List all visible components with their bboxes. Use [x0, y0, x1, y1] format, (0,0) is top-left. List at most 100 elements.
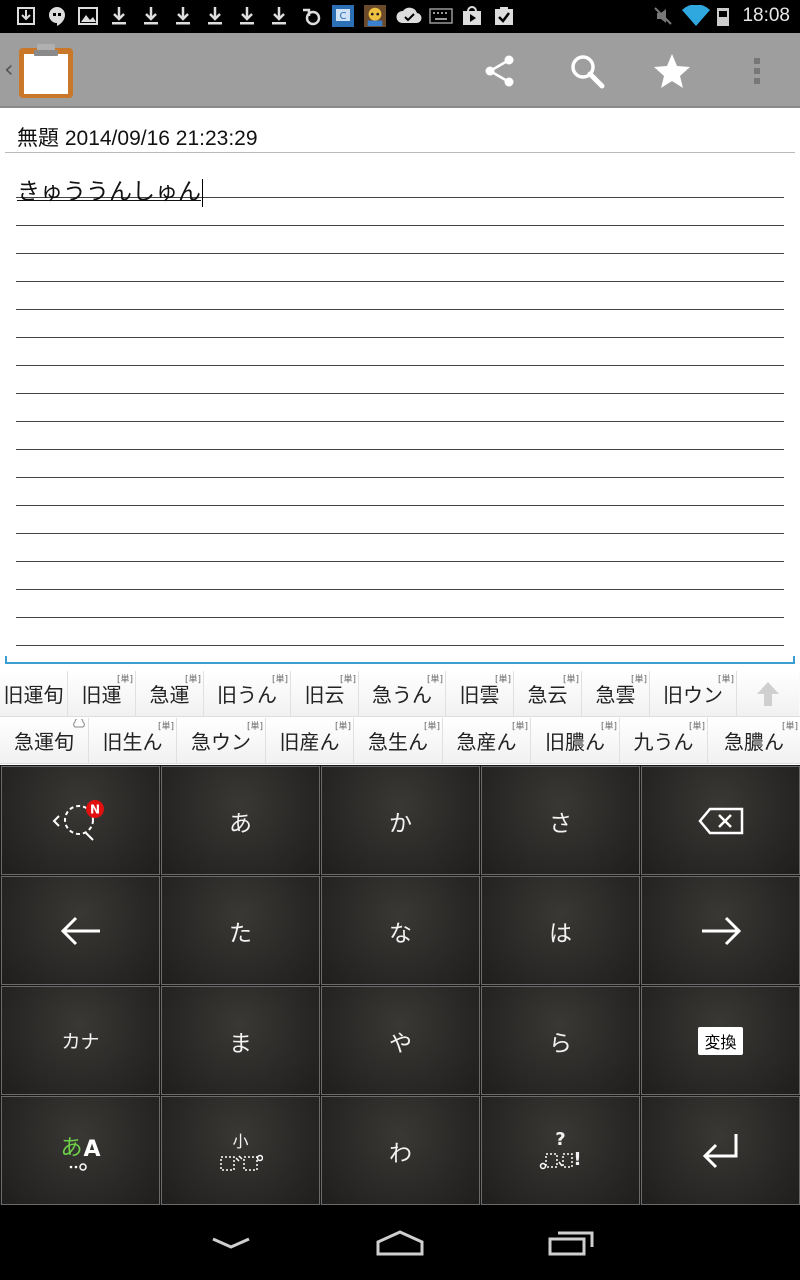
candidate-item[interactable]: 旧産ん [単] [266, 718, 354, 763]
cursor-left-key[interactable] [1, 876, 160, 985]
candidate-tag: [単] [184, 675, 201, 685]
candidate-item[interactable]: 急ウン [単] [177, 718, 266, 763]
settings-dots-icon [69, 1162, 87, 1171]
key-a[interactable]: あ [161, 766, 320, 875]
key-sa[interactable]: さ [481, 766, 640, 875]
dakuten-icon [219, 1154, 263, 1171]
candidate-item[interactable]: 旧ウン [単] [650, 671, 737, 716]
share-button[interactable] [460, 33, 540, 108]
punctuation-icon [540, 1152, 574, 1169]
candidate-tag: [単] [157, 722, 174, 732]
candidate-item[interactable]: 急膿ん [単] [708, 718, 800, 763]
candidate-text: 急云 [527, 683, 568, 707]
image-icon [77, 5, 99, 27]
key-ta[interactable]: た [161, 876, 320, 985]
candidate-item[interactable]: 急産ん [単] [443, 718, 531, 763]
note-body-field[interactable]: きゅううんしゅん [0, 160, 800, 665]
recent-apps-button[interactable] [526, 1215, 616, 1270]
download-icon [172, 5, 194, 27]
arrow-left-icon [60, 916, 100, 945]
share-icon [485, 55, 514, 86]
note-title-field[interactable]: 無題 2014/09/16 21:23:29 [0, 108, 800, 156]
candidate-item[interactable]: 旧うん [単] [204, 671, 291, 716]
candidate-text: 旧運旬 [3, 683, 64, 707]
exclaim-label: ! [573, 1149, 582, 1170]
candidate-item[interactable]: 急運旬 [0, 717, 89, 763]
clock: 18:08 [742, 5, 790, 26]
star-icon [654, 53, 690, 88]
kana-key[interactable]: カナ [1, 986, 160, 1095]
enter-key[interactable] [641, 1096, 800, 1205]
key-ka[interactable]: か [321, 766, 480, 875]
note-title: 無題 2014/09/16 21:23:29 [17, 127, 258, 150]
candidate-item[interactable]: 旧雲 [単] [446, 671, 514, 716]
punctuation-row: ! [539, 1149, 582, 1170]
candidate-item[interactable]: 急うん [単] [359, 671, 446, 716]
check-cloud-icon [396, 5, 422, 27]
search-button[interactable] [547, 33, 627, 108]
candidate-tag: [単] [116, 675, 133, 685]
candidate-item[interactable]: 旧云 [単] [291, 671, 359, 716]
henkan-label: 変換 [698, 1026, 743, 1055]
key-ya[interactable]: や [321, 986, 480, 1095]
expand-candidates-button[interactable] [737, 671, 799, 716]
key-wa[interactable]: わ [321, 1096, 480, 1205]
home-button[interactable] [355, 1215, 445, 1270]
enter-icon [702, 1133, 737, 1168]
sync-icon [300, 5, 322, 27]
clipboard-app-icon[interactable] [17, 42, 75, 100]
key-na[interactable]: な [321, 876, 480, 985]
candidate-item[interactable]: 九うん [単] [620, 718, 708, 763]
download-icon [236, 5, 258, 27]
backspace-key[interactable] [641, 766, 800, 875]
ruled-line [16, 253, 784, 254]
flick-keyboard: N あ か さ た な は カナ ま や ら 変換 あ A 小 わ ? ! [0, 765, 800, 1205]
henkan-key[interactable]: 変換 [641, 986, 800, 1095]
ruled-line [16, 505, 784, 506]
overflow-menu-button[interactable] [717, 33, 797, 108]
cursor-right-key[interactable] [641, 876, 800, 985]
candidate-row-1: 旧運旬 旧運 [単] 急運 [単] 旧うん [単] 旧云 [単] 急うん [単] 旧雲 [単… [0, 671, 800, 717]
ruled-line [16, 393, 784, 394]
search-icon [571, 54, 605, 88]
input-mode-label: あ A [60, 1130, 100, 1162]
candidate-text: 九うん [633, 730, 694, 754]
ruled-line [16, 617, 784, 618]
candidate-item[interactable]: 急生ん [単] [354, 718, 443, 763]
backspace-icon [697, 807, 743, 834]
favorite-button[interactable] [632, 33, 712, 108]
candidate-text: 急生ん [368, 730, 428, 754]
candidate-item[interactable]: 急雲 [単] [582, 671, 650, 716]
hide-keyboard-button[interactable] [186, 1215, 276, 1270]
ruled-line [16, 337, 784, 338]
download-icon [108, 5, 130, 27]
dakuten-small-key[interactable]: 小 [161, 1096, 320, 1205]
candidate-item[interactable]: 旧運 [単] [68, 671, 136, 716]
candidate-item[interactable]: 旧生ん [単] [89, 718, 177, 763]
chevron-down-icon [212, 1237, 250, 1249]
ruled-line [16, 309, 784, 310]
back-chevron-icon[interactable]: ‹ [4, 55, 14, 83]
input-mode-key[interactable]: あ A [1, 1096, 160, 1205]
candidate-tag: [単] [334, 722, 351, 732]
candidate-item[interactable]: 急運 [単] [136, 671, 204, 716]
ruled-line [16, 225, 784, 226]
ruled-line [16, 281, 784, 282]
wifi-icon [682, 5, 710, 27]
candidate-tag: [単] [781, 722, 798, 732]
keyboard-menu-key[interactable]: N [1, 766, 160, 875]
punctuation-key[interactable]: ? ! [481, 1096, 640, 1205]
key-ra[interactable]: ら [481, 986, 640, 1095]
candidate-text: 旧うん [217, 683, 277, 707]
battery-icon [717, 8, 729, 26]
key-ha[interactable]: は [481, 876, 640, 985]
note-body-text: きゅううんしゅん [17, 172, 203, 207]
candidate-tag: [単] [494, 675, 511, 685]
candidate-item[interactable]: 急云 [単] [514, 671, 582, 716]
candidate-item[interactable]: 旧運旬 [0, 671, 68, 716]
candidate-text: 急雲 [595, 683, 636, 707]
mode-alpha-label: A [83, 1136, 101, 1162]
key-ma[interactable]: ま [161, 986, 320, 1095]
candidate-item[interactable]: 旧膿ん [単] [531, 718, 620, 763]
ruled-line [16, 533, 784, 534]
